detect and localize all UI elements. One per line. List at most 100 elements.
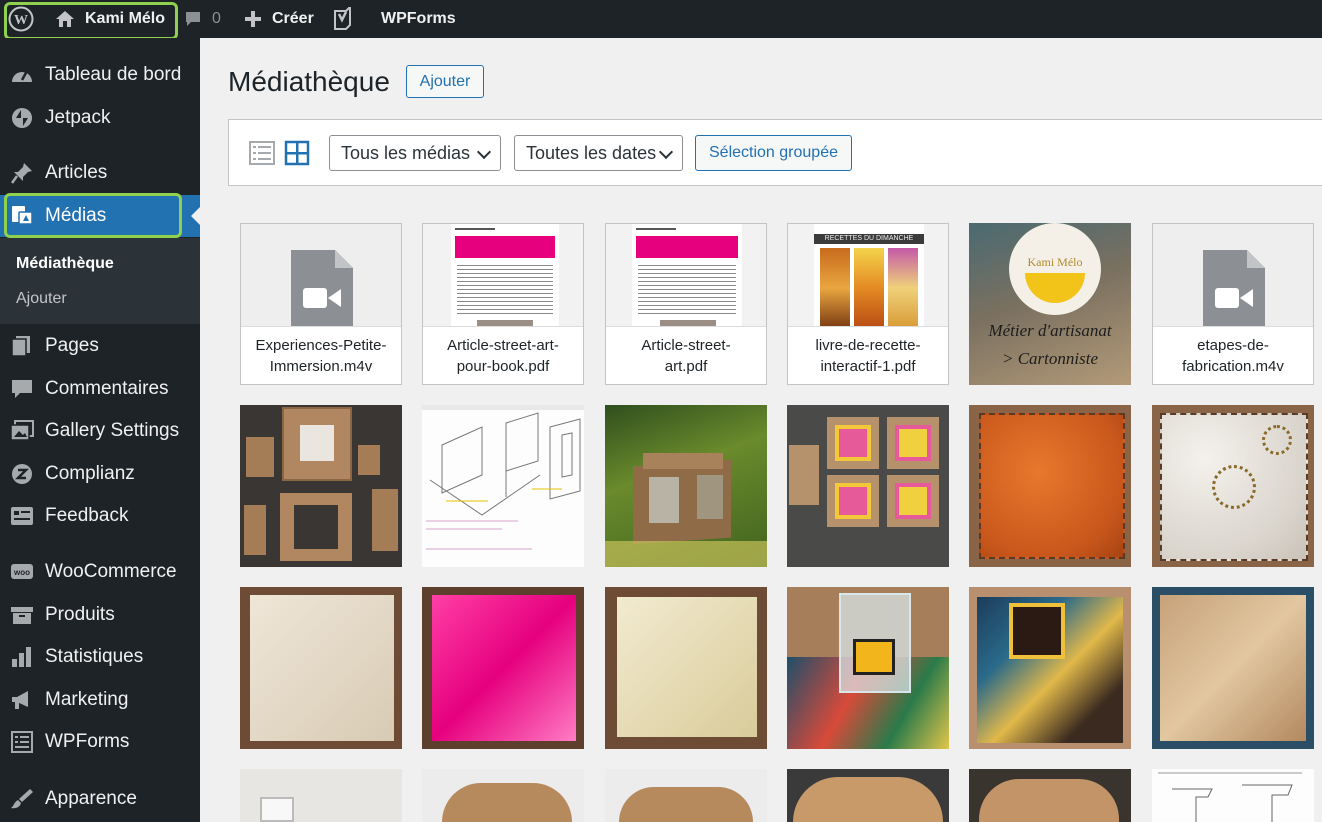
chevron-down-icon <box>476 144 492 160</box>
menu-produits[interactable]: Produits <box>0 595 200 635</box>
wpforms-icon <box>11 731 33 753</box>
media-toolbar: Tous les médias Toutes les dates Sélecti… <box>228 119 1322 186</box>
image-thumbnail <box>432 595 576 741</box>
menu-marketing[interactable]: Marketing <box>0 680 200 720</box>
new-label: Créer <box>272 10 314 27</box>
menu-pages[interactable]: Pages <box>0 326 200 366</box>
file-name: Experiences-Petite- Immersion.m4v <box>241 326 401 384</box>
comment-bubble-icon <box>186 12 200 26</box>
media-tile[interactable] <box>787 405 949 567</box>
media-tile[interactable] <box>605 769 767 822</box>
menu-label: Produits <box>45 604 115 625</box>
bulk-select-button[interactable]: Sélection groupée <box>695 135 852 171</box>
media-tile[interactable] <box>1152 405 1314 567</box>
media-tile[interactable]: Kami Mélo Métier d'artisanat > Cartonnis… <box>969 223 1131 385</box>
tagline-line-1: Métier d'artisanat <box>988 321 1112 340</box>
comments-link[interactable]: 0 <box>184 0 221 38</box>
submenu-ajouter[interactable]: Ajouter <box>16 290 67 308</box>
list-view-icon[interactable] <box>249 140 275 166</box>
menu-complianz[interactable]: Complianz <box>0 454 200 494</box>
media-tile[interactable]: Experiences-Petite- Immersion.m4v <box>240 223 402 385</box>
media-type-select[interactable]: Tous les médias <box>329 135 501 171</box>
media-tile[interactable] <box>240 587 402 749</box>
media-tile[interactable] <box>422 405 584 567</box>
yoast-icon[interactable] <box>332 0 354 38</box>
site-name-highlight <box>4 2 178 40</box>
woocommerce-icon: woo <box>11 564 33 579</box>
pages-icon <box>11 336 30 357</box>
page-title: Médiathèque <box>228 66 390 97</box>
image-thumbnail <box>979 779 1119 822</box>
menu-dashboard[interactable]: Tableau de bord <box>0 55 200 95</box>
media-tile[interactable] <box>422 587 584 749</box>
image-thumbnail <box>617 597 757 737</box>
menu-label: WooCommerce <box>45 561 177 582</box>
media-date-select[interactable]: Toutes les dates <box>514 135 683 171</box>
media-tile[interactable]: RECETTES DU DIMANCHE livre-de-recette-in… <box>787 223 949 385</box>
file-name: Article-street-art-pour-book.pdf <box>423 326 583 384</box>
video-file-icon <box>291 250 353 328</box>
media-tile[interactable]: Article-street-art-pour-book.pdf <box>422 223 584 385</box>
file-thumbnail <box>241 224 401 328</box>
file-name: Article-street-art.pdf <box>606 326 766 384</box>
assembly-diagram <box>1158 772 1302 822</box>
media-tile[interactable] <box>787 769 949 822</box>
image-thumbnail <box>250 595 394 741</box>
add-media-button[interactable]: Ajouter <box>406 65 484 98</box>
image-thumbnail <box>619 787 753 822</box>
menu-articles[interactable]: Articles <box>0 153 200 193</box>
image-thumbnail <box>260 797 294 822</box>
media-tile[interactable] <box>605 587 767 749</box>
menu-label: Apparence <box>45 788 137 809</box>
media-tile[interactable] <box>787 587 949 749</box>
menu-label: Commentaires <box>45 378 169 399</box>
pdf-thumbnail <box>606 224 766 328</box>
medias-submenu: Médiathèque Ajouter <box>0 238 200 324</box>
pin-icon <box>10 163 32 184</box>
admin-sidebar: Tableau de bord Jetpack Articles Médias … <box>0 38 200 822</box>
menu-jetpack[interactable]: Jetpack <box>0 98 200 138</box>
logo-text: Kami Mélo <box>1027 255 1083 269</box>
media-tile[interactable]: Article-street-art.pdf <box>605 223 767 385</box>
menu-apparence[interactable]: Apparence <box>0 779 200 819</box>
new-content-link[interactable]: Créer <box>244 0 314 38</box>
menu-wpforms[interactable]: WPForms <box>0 722 200 762</box>
menu-statistiques[interactable]: Statistiques <box>0 637 200 677</box>
comments-icon <box>12 380 32 398</box>
video-file-icon <box>1203 250 1265 328</box>
submenu-mediatheque[interactable]: Médiathèque <box>16 255 114 273</box>
image-thumbnail <box>789 445 819 505</box>
media-tile[interactable] <box>422 769 584 822</box>
plus-icon <box>245 11 261 27</box>
recipe-header: RECETTES DU DIMANCHE <box>814 234 924 244</box>
media-tile[interactable] <box>969 769 1131 822</box>
media-tile[interactable]: etapes-de-fabrication.m4v <box>1152 223 1314 385</box>
media-tile[interactable] <box>1152 587 1314 749</box>
media-tile[interactable] <box>240 769 402 822</box>
image-thumbnail <box>979 413 1125 559</box>
grid-view-icon[interactable] <box>284 140 310 166</box>
menu-commentaires[interactable]: Commentaires <box>0 369 200 409</box>
medias-highlight <box>4 193 182 238</box>
media-tile[interactable] <box>969 587 1131 749</box>
media-tile[interactable] <box>605 405 767 567</box>
comments-count: 0 <box>212 10 221 27</box>
media-tile[interactable] <box>240 405 402 567</box>
menu-label: Gallery Settings <box>45 420 180 441</box>
menu-label: Pages <box>45 335 99 356</box>
media-tile[interactable] <box>1152 769 1314 822</box>
products-icon <box>11 607 33 624</box>
wpforms-link[interactable]: WPForms <box>381 0 456 38</box>
gallery-icon <box>10 420 34 441</box>
menu-gallery-settings[interactable]: Gallery Settings <box>0 411 200 451</box>
menu-feedback[interactable]: Feedback <box>0 496 200 536</box>
brush-icon <box>11 789 33 809</box>
menu-label: Marketing <box>45 689 129 710</box>
menu-woocommerce[interactable]: woo WooCommerce <box>0 552 200 592</box>
menu-label: Tableau de bord <box>45 64 182 85</box>
file-thumbnail <box>1153 224 1313 328</box>
media-tile[interactable] <box>969 405 1131 567</box>
stats-icon <box>12 647 31 667</box>
feedback-icon <box>11 507 33 525</box>
file-name: etapes-de-fabrication.m4v <box>1153 326 1313 384</box>
